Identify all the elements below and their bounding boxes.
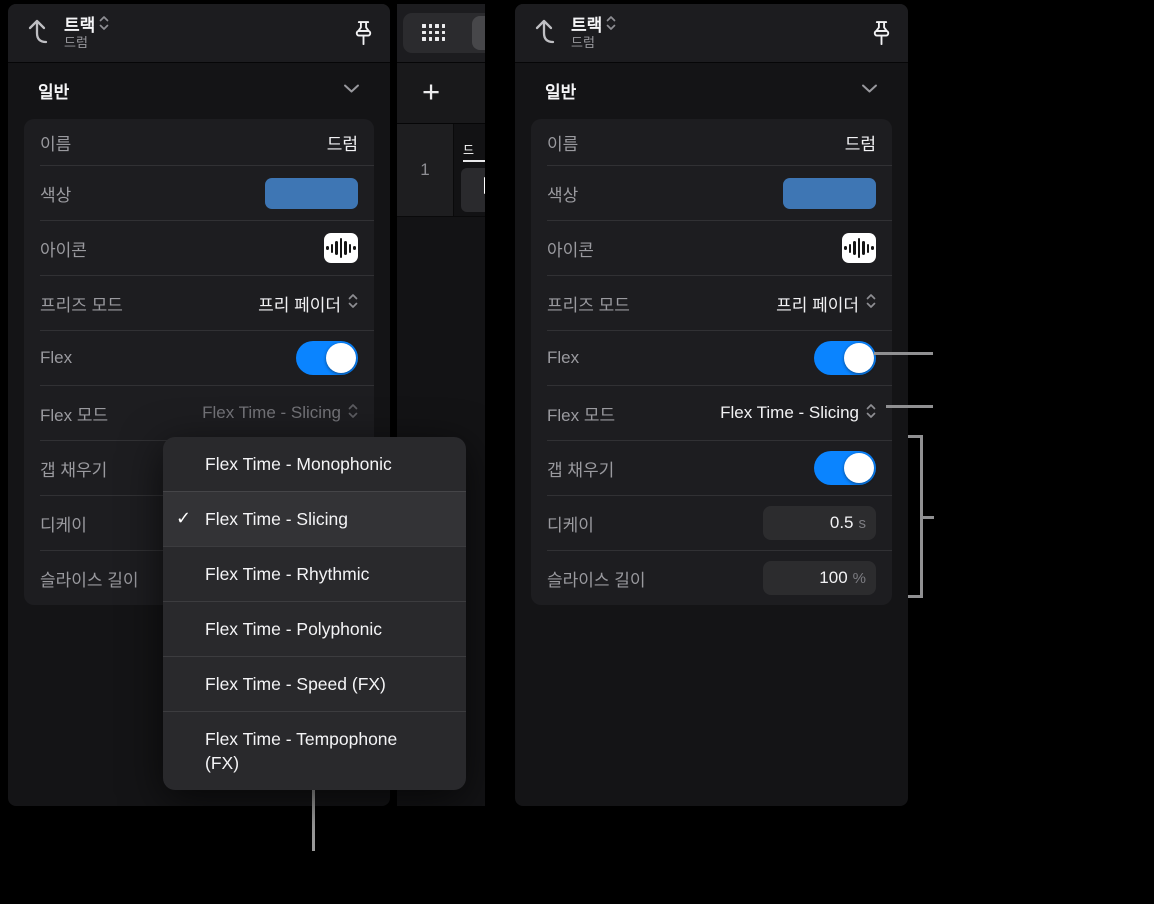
- callout-line-flex: [874, 352, 933, 355]
- row-decay: 디케이 0.5 s: [547, 495, 892, 550]
- row-flex-mode[interactable]: Flex 모드 Flex Time - Slicing: [547, 385, 892, 440]
- inspector-header: 트랙 드럼: [515, 4, 908, 63]
- slice-length-unit: %: [852, 569, 866, 587]
- track-waveform-icon[interactable]: [842, 233, 876, 263]
- audio-region[interactable]: [461, 168, 485, 212]
- track-name-label: 드: [463, 141, 485, 162]
- row-icon: 아이콘: [40, 220, 374, 275]
- row-icon: 아이콘: [547, 220, 892, 275]
- row-name[interactable]: 이름 드럼: [40, 119, 374, 165]
- decay-unit: s: [858, 514, 867, 532]
- callout-line-flex-mode: [886, 405, 933, 408]
- flex-mode-popup[interactable]: Flex Time - Slicing: [720, 403, 876, 424]
- inspector-header: 트랙 드럼: [8, 4, 390, 63]
- freeze-mode-popup[interactable]: 프리 페이더: [776, 291, 876, 316]
- section-general[interactable]: 일반: [515, 63, 908, 117]
- row-freeze-mode[interactable]: 프리즈 모드 프리 페이더: [547, 275, 892, 330]
- checkmark-icon: ✓: [176, 508, 192, 528]
- track-inspector-right: 트랙 드럼 일반 이름 드럼 색상 아이콘 프리즈 모드 프리 페이더 Flex…: [515, 4, 908, 806]
- row-color: 색상: [40, 165, 374, 220]
- flex-toggle[interactable]: [296, 341, 358, 375]
- menu-item-monophonic[interactable]: Flex Time - Monophonic: [163, 437, 466, 491]
- back-up-arrow-icon[interactable]: [23, 16, 51, 51]
- menu-item-tempophone-fx[interactable]: Flex Time - Tempophone (FX): [163, 711, 466, 790]
- inspector-subtitle: 드럼: [571, 35, 595, 51]
- menu-item-speed-fx[interactable]: Flex Time - Speed (FX): [163, 656, 466, 711]
- menu-item-rhythmic[interactable]: Flex Time - Rhythmic: [163, 546, 466, 601]
- callout-bracket: [908, 435, 923, 598]
- general-settings-card: 이름 드럼 색상 아이콘 프리즈 모드 프리 페이더 Flex Flex 모드 …: [531, 119, 892, 605]
- row-flex: Flex: [40, 330, 374, 385]
- chevron-updown-icon: [348, 403, 358, 424]
- callout-line-dropdown: [312, 784, 315, 851]
- freeze-mode-popup[interactable]: 프리 페이더: [258, 291, 358, 316]
- view-control-bar: [397, 4, 485, 63]
- menu-item-slicing[interactable]: ✓ Flex Time - Slicing: [163, 491, 466, 546]
- flex-toggle[interactable]: [814, 341, 876, 375]
- row-freeze-mode[interactable]: 프리즈 모드 프리 페이더: [40, 275, 374, 330]
- chevron-updown-icon: [99, 15, 109, 35]
- flex-mode-menu: Flex Time - Monophonic ✓ Flex Time - Sli…: [163, 437, 466, 790]
- row-flex: Flex: [547, 330, 892, 385]
- track-number: 1: [397, 124, 454, 217]
- section-title: 일반: [545, 82, 577, 102]
- row-name[interactable]: 이름 드럼: [547, 119, 892, 165]
- selected-segment[interactable]: [472, 16, 485, 50]
- inspector-titles: 트랙 드럼: [571, 15, 616, 51]
- chevron-down-icon: [343, 81, 360, 99]
- pin-icon[interactable]: [870, 20, 893, 47]
- flex-mode-popup[interactable]: Flex Time - Slicing: [202, 403, 358, 424]
- slice-length-field[interactable]: 100 %: [763, 561, 876, 595]
- add-track-button[interactable]: +: [422, 74, 440, 110]
- row-slice-length: 슬라이스 길이 100 %: [547, 550, 892, 605]
- chevron-updown-icon: [348, 293, 358, 314]
- color-swatch[interactable]: [265, 177, 358, 209]
- back-up-arrow-icon[interactable]: [530, 16, 558, 51]
- track-name-value: 드럼: [844, 134, 876, 154]
- menu-item-polyphonic[interactable]: Flex Time - Polyphonic: [163, 601, 466, 656]
- section-general[interactable]: 일반: [8, 63, 390, 117]
- color-swatch[interactable]: [783, 177, 876, 209]
- inspector-titles: 트랙 드럼: [64, 15, 109, 51]
- tracks-toolbar: +: [397, 63, 485, 124]
- track-name-value: 드럼: [326, 134, 358, 154]
- inspector-title-popup[interactable]: 트랙: [64, 15, 109, 35]
- grid-view-icon[interactable]: [422, 24, 445, 41]
- region-waveform-bar: [484, 177, 485, 194]
- gap-fill-toggle[interactable]: [814, 451, 876, 485]
- row-color: 색상: [547, 165, 892, 220]
- chevron-down-icon: [861, 81, 878, 99]
- section-title: 일반: [38, 82, 70, 102]
- row-gap-fill: 갭 채우기: [547, 440, 892, 495]
- row-flex-mode[interactable]: Flex 모드 Flex Time - Slicing: [40, 385, 374, 440]
- inspector-title-popup[interactable]: 트랙: [571, 15, 616, 35]
- track-waveform-icon[interactable]: [324, 233, 358, 263]
- chevron-updown-icon: [866, 293, 876, 314]
- track-row[interactable]: 1 드: [397, 124, 485, 217]
- view-segmented-control: [403, 13, 485, 53]
- chevron-updown-icon: [866, 403, 876, 424]
- pin-icon[interactable]: [352, 20, 375, 47]
- callout-bracket-tick: [922, 516, 934, 519]
- inspector-subtitle: 드럼: [64, 35, 88, 51]
- chevron-updown-icon: [606, 15, 616, 35]
- track-lane: 드: [454, 124, 485, 217]
- decay-field[interactable]: 0.5 s: [763, 506, 876, 540]
